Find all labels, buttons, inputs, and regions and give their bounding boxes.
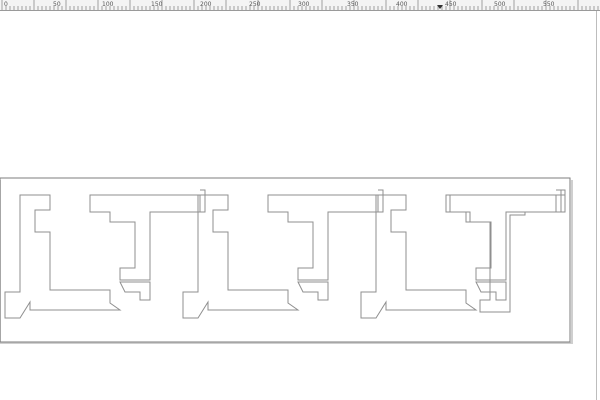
meander-segment (4, 194, 122, 319)
meander-segment (267, 194, 379, 281)
meander-frieze[interactable] (4, 189, 566, 319)
meander-segment (360, 194, 478, 319)
meander-segment (556, 189, 562, 213)
meander-segment (89, 194, 201, 281)
meander-segment (378, 189, 384, 213)
meander-segment (445, 194, 557, 281)
meander-unit[interactable] (360, 189, 562, 319)
artwork-panel[interactable] (0, 177, 571, 343)
meander-tail[interactable] (449, 189, 566, 313)
meander-unit[interactable] (182, 189, 384, 319)
meander-segment (182, 194, 300, 319)
meander-segment (119, 281, 151, 301)
meander-segment (297, 281, 329, 301)
meander-segment (200, 189, 206, 213)
panel-shadow (0, 180, 573, 344)
meander-segment (475, 281, 507, 301)
meander-segment (449, 194, 566, 313)
meander-unit[interactable] (4, 189, 206, 319)
artwork-canvas[interactable] (0, 0, 600, 400)
